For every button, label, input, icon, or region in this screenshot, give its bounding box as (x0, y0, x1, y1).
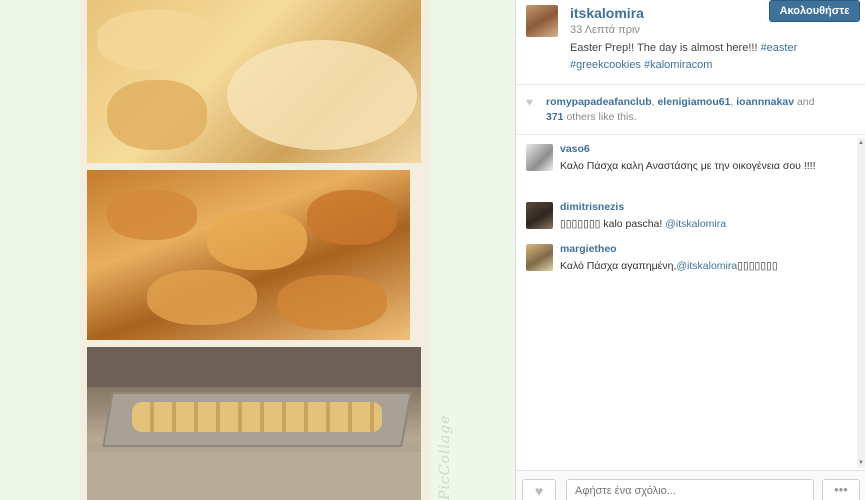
photo-collage[interactable] (80, 0, 430, 500)
comment-body: ▯▯▯▯▯▯▯ kalo pascha! (560, 218, 666, 230)
hashtag-link[interactable]: #easter (761, 42, 798, 54)
follow-button[interactable]: Ακολουθήστε (769, 0, 860, 22)
post-sidebar: itskalomira 33 Λεπτά πριν Easter Prep!! … (515, 0, 865, 500)
comment-input[interactable] (566, 479, 814, 500)
roll-shape (107, 190, 197, 240)
likes-others-suffix: others like this. (566, 111, 637, 123)
roll-shape (147, 270, 257, 325)
comment-body: Καλό Πάσχα αγαπημένη, (560, 260, 677, 272)
commenter-username[interactable]: margietheo (560, 243, 617, 255)
commenter-avatar[interactable] (526, 202, 553, 229)
more-options-button[interactable]: ••• (822, 479, 860, 500)
comment-item: vaso6 Καλο Πάσχα καλη Αναστάσης με την ο… (526, 138, 846, 193)
caption-text: Easter Prep!! The day is almost here!!! (570, 42, 761, 54)
heart-icon: ♥ (534, 483, 544, 499)
likes-summary: ♥ romypapadeafanclub, elenigiamou61, ioa… (516, 85, 865, 135)
pastry-shape (107, 80, 207, 150)
mention-link[interactable]: @itskalomira (665, 218, 726, 230)
oven-backsplash (87, 347, 421, 387)
commenter-username[interactable]: dimitrisnezis (560, 201, 624, 213)
commenter-username[interactable]: vaso6 (560, 143, 590, 155)
like-user-link[interactable]: elenigiamou61 (657, 96, 730, 108)
roll-shape (207, 210, 307, 270)
comments-scrollbar[interactable] (857, 138, 865, 468)
author-username[interactable]: itskalomira (570, 5, 644, 21)
post-header: itskalomira 33 Λεπτά πριν Easter Prep!! … (516, 0, 865, 85)
collage-tile-rolls (87, 170, 410, 340)
comment-text: ▯▯▯▯▯▯▯ kalo pascha! @itskalomira (560, 216, 850, 232)
plate-shape (227, 40, 417, 150)
author-avatar[interactable] (526, 5, 558, 37)
hashtag-link[interactable]: #kalomiracom (644, 59, 712, 71)
cookies-row (132, 402, 382, 432)
comment-item: dimitrisnezis ▯▯▯▯▯▯▯ kalo pascha! @itsk… (526, 196, 846, 236)
scroll-up-icon[interactable]: ▲ (858, 140, 864, 146)
commenter-avatar[interactable] (526, 144, 553, 171)
likes-others-count[interactable]: 371 (546, 111, 564, 123)
comment-suffix: ▯▯▯▯▯▯▯ (737, 260, 778, 272)
post-caption: Easter Prep!! The day is almost here!!! … (570, 40, 820, 74)
like-button[interactable]: ♥ (522, 479, 556, 500)
heart-icon: ♥ (526, 95, 534, 109)
collage-tile-baking-tray (87, 347, 421, 500)
comment-item: margietheo Καλό Πάσχα αγαπημένη,@itskalo… (526, 238, 846, 278)
instagram-post-view: PicCollage itskalomira 33 Λεπτά πριν Eas… (0, 0, 865, 500)
like-user-link[interactable]: romypapadeafanclub (546, 96, 652, 108)
post-timestamp[interactable]: 33 Λεπτά πριν (570, 24, 640, 36)
countertop (87, 452, 421, 500)
likes-and-label: and (796, 96, 815, 108)
commenter-avatar[interactable] (526, 244, 553, 271)
collage-watermark: PicCollage (437, 414, 453, 500)
collage-tile-pastries (87, 0, 421, 163)
pastry-shape (97, 10, 217, 70)
scroll-down-icon[interactable]: ▼ (858, 460, 864, 466)
comment-text: Καλό Πάσχα αγαπημένη,@itskalomira▯▯▯▯▯▯▯ (560, 258, 850, 274)
comment-footer: ♥ ••• (516, 470, 865, 500)
comment-text: Καλο Πάσχα καλη Αναστάσης με την οικογέν… (560, 160, 816, 172)
hashtag-link[interactable]: #greekcookies (570, 59, 641, 71)
comments-list: vaso6 Καλο Πάσχα καλη Αναστάσης με την ο… (516, 138, 865, 468)
like-user-link[interactable]: ioannnakav (736, 96, 794, 108)
photo-pane: PicCollage (0, 0, 515, 500)
mention-link[interactable]: @itskalomira (676, 260, 737, 272)
roll-shape (277, 275, 387, 330)
roll-shape (307, 190, 397, 245)
